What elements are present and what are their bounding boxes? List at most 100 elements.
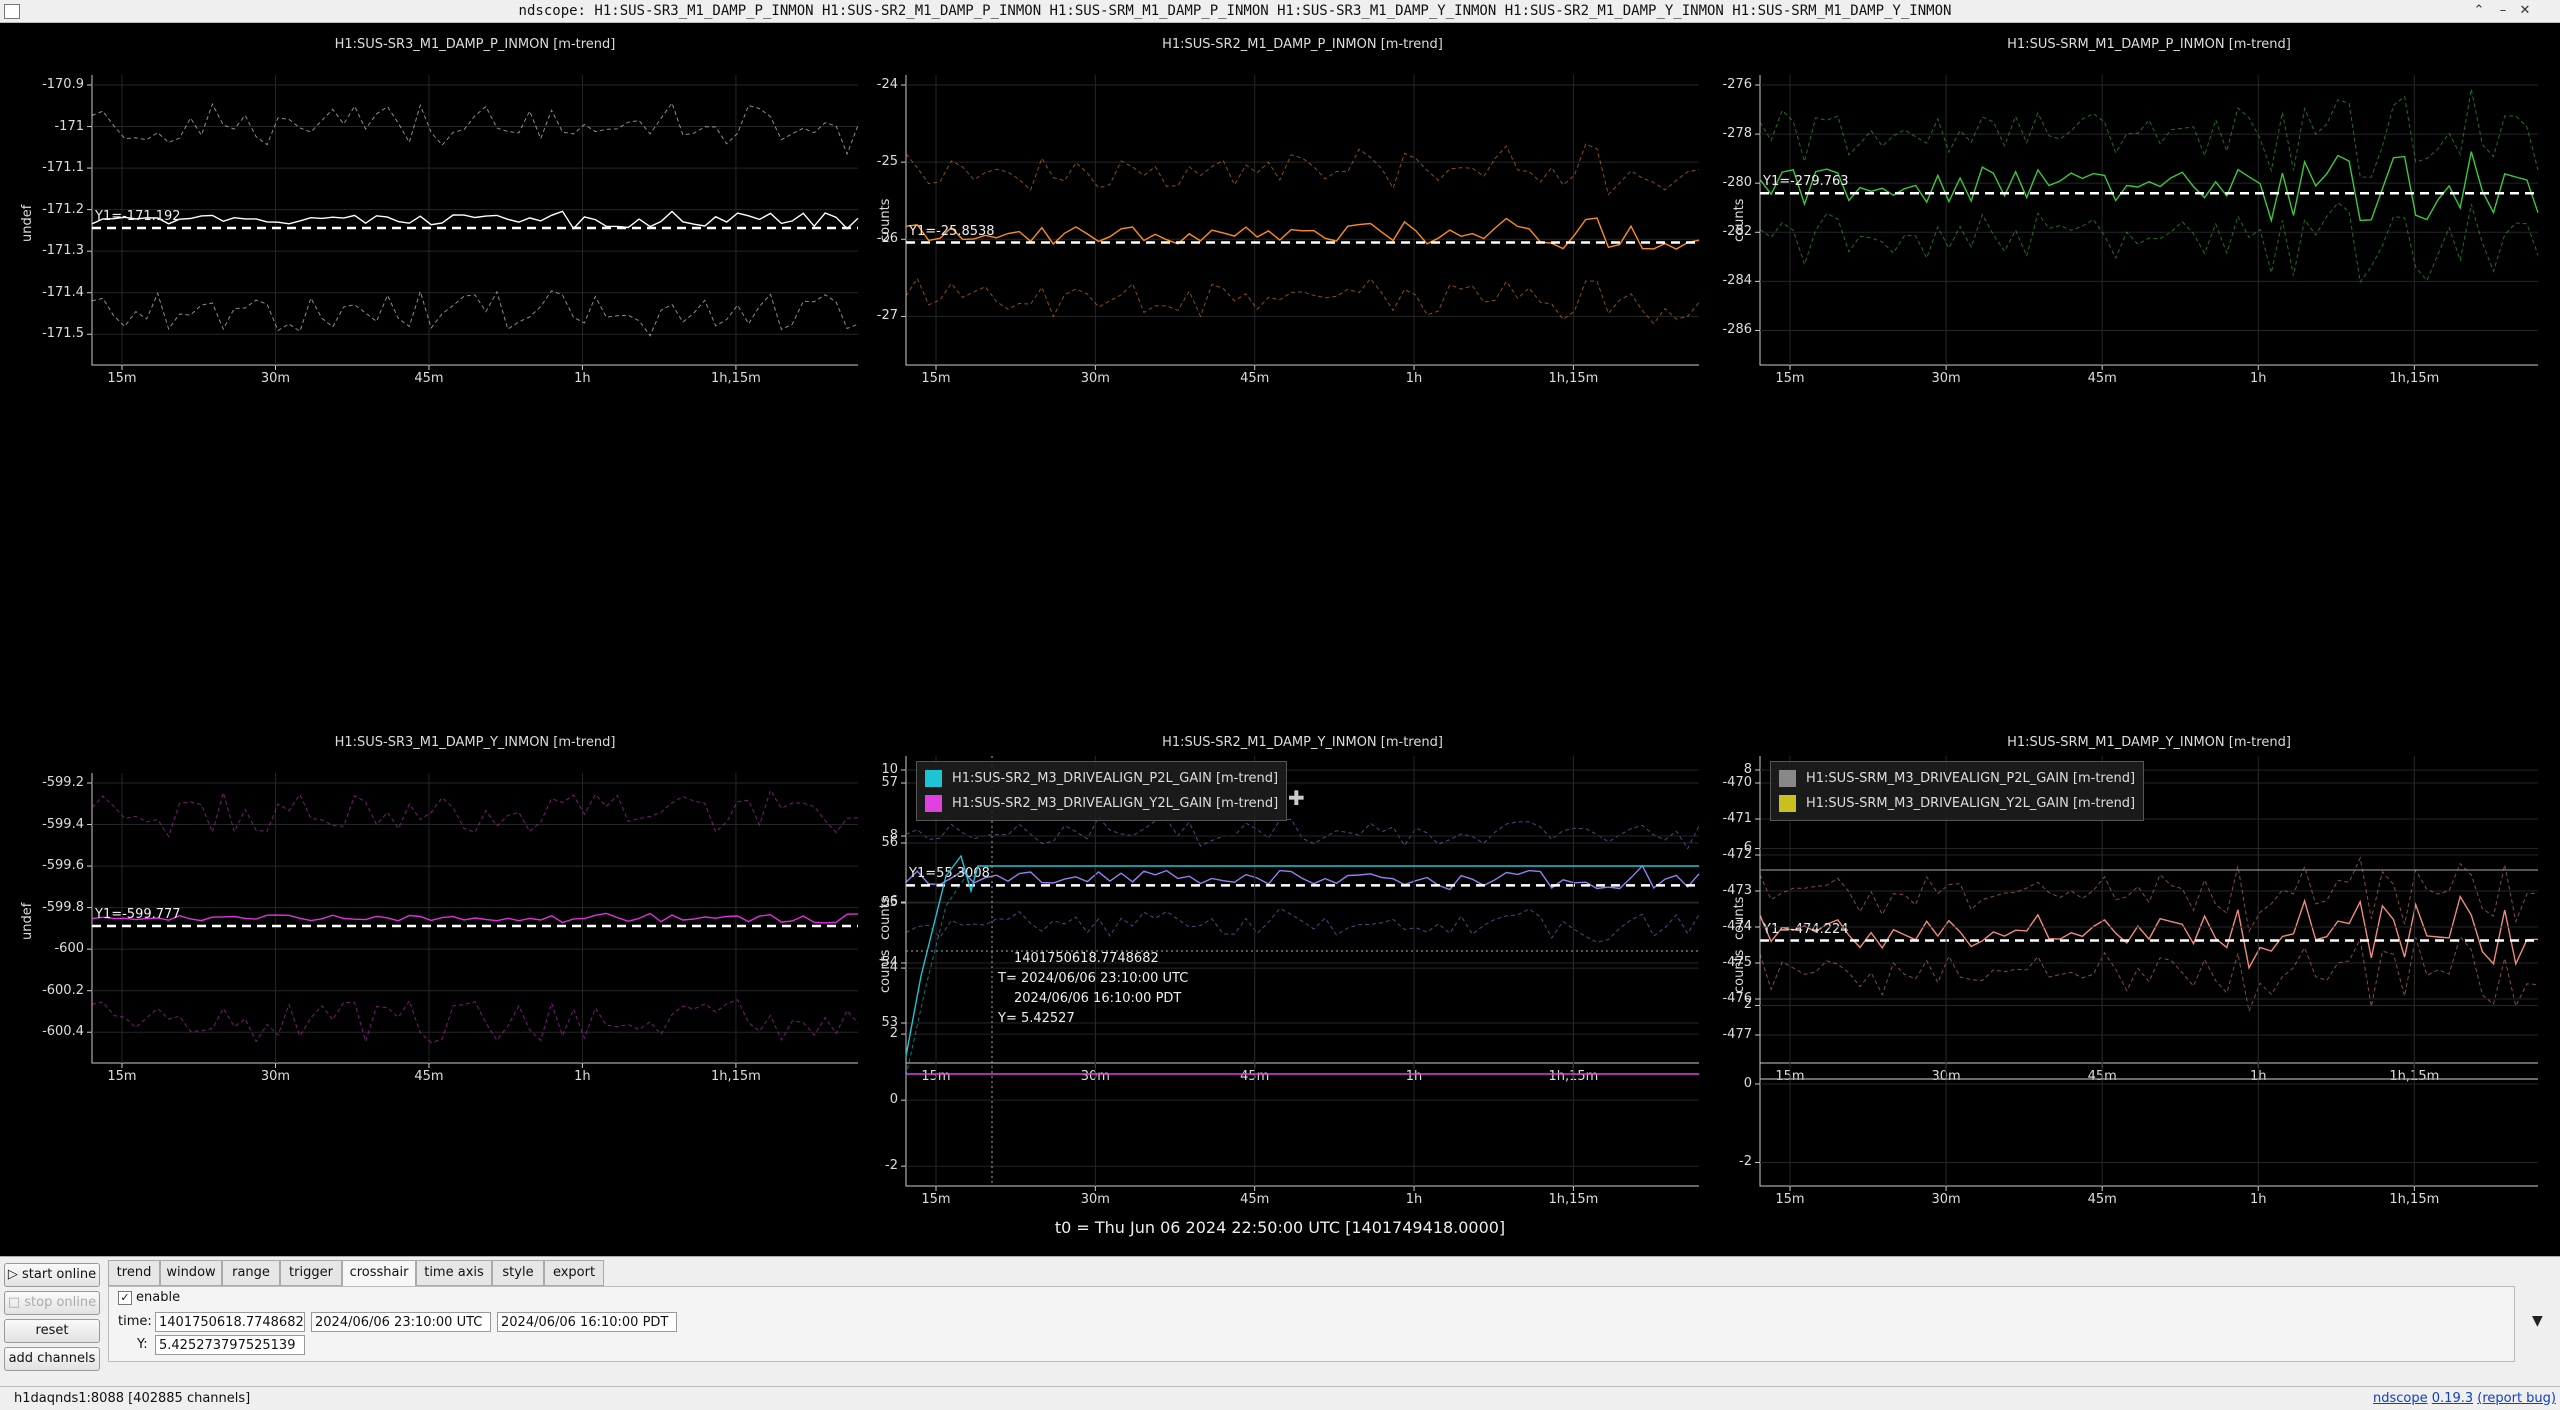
scope-area[interactable]: H1:SUS-SR3_M1_DAMP_P_INMON [m-trend] -170… xyxy=(0,23,2560,1255)
y-tick-label: 0 xyxy=(1743,1075,1752,1091)
tab-trend[interactable]: trend xyxy=(108,1260,160,1286)
plot-7[interactable]: 10 8 6 4 2 0 -2 15m 30m 45m 1h 1h,15m counts 14017506… xyxy=(860,738,1716,1208)
crosshair-t_pdt: 2024/06/06 16:10:00 PDT xyxy=(1014,991,1182,1006)
version-link[interactable]: 0.19.3 xyxy=(2432,1391,2473,1406)
y-tick-label: -284 xyxy=(1722,273,1752,289)
legend-item[interactable]: H1:SUS-SR2_M3_DRIVEALIGN_Y2L_GAIN [m-tre… xyxy=(925,791,1278,816)
legend-swatch xyxy=(1779,795,1796,812)
x-tick-label: 1h,15m xyxy=(1548,1192,1599,1207)
y-tick-label: -600.2 xyxy=(42,982,84,998)
y-tick-label: -286 xyxy=(1722,322,1752,338)
mouse-crosshair-icon: ✚ xyxy=(1288,786,1305,810)
x-tick-label: 45m xyxy=(1240,1192,1270,1207)
tab-export[interactable]: export xyxy=(544,1260,604,1286)
legend[interactable]: H1:SUS-SR2_M3_DRIVEALIGN_P2L_GAIN [m-tre… xyxy=(916,761,1288,821)
y-tick-label: -171.5 xyxy=(42,326,84,342)
y1-cursor-label: Y1=-25.8538 xyxy=(909,223,995,239)
close-button[interactable]: ✕ xyxy=(2516,2,2534,20)
report-bug-link[interactable]: (report bug) xyxy=(2477,1391,2556,1406)
plot-canvas[interactable] xyxy=(1716,373,2560,1068)
start-online-button[interactable]: ▷ start online xyxy=(4,1263,100,1287)
plot-3[interactable]: H1:SUS-SRM_M1_DAMP_P_INMON [m-trend] -276… xyxy=(1716,23,2560,398)
trend-mean-line xyxy=(91,912,859,924)
plot-5[interactable]: H1:SUS-SR2_M1_DAMP_Y_INMON [m-trend] 57 56… xyxy=(860,373,1716,1084)
x-tick-label: 15m xyxy=(1775,1192,1805,1207)
plot-1[interactable]: H1:SUS-SR3_M1_DAMP_P_INMON [m-trend] -170… xyxy=(0,23,860,398)
plot-2[interactable]: H1:SUS-SR2_M1_DAMP_P_INMON [m-trend] -24-… xyxy=(860,23,1716,398)
tab-window[interactable]: window xyxy=(160,1260,222,1286)
x-tick-label: 30m xyxy=(1931,1192,1961,1207)
axis-lines xyxy=(1759,75,2538,366)
y-tick-label: 8 xyxy=(1743,762,1752,777)
tab-trigger[interactable]: trigger xyxy=(280,1260,342,1286)
trend-mean-line xyxy=(1759,151,2539,224)
tab-time-axis[interactable]: time axis xyxy=(416,1260,492,1286)
reset-button[interactable]: reset xyxy=(4,1319,100,1343)
tab-style[interactable]: style xyxy=(492,1260,544,1286)
plot-4[interactable]: H1:SUS-SR3_M1_DAMP_Y_INMON [m-trend] -599… xyxy=(0,373,860,1084)
y-tick-label: -171.3 xyxy=(42,243,84,259)
y-tick-label: 0 xyxy=(889,1092,898,1108)
y1-cursor-label: Y1=-279.763 xyxy=(1763,174,1849,190)
plot-title: H1:SUS-SR3_M1_DAMP_Y_INMON [m-trend] xyxy=(334,735,616,750)
ndscope-link[interactable]: ndscope xyxy=(2373,1391,2428,1406)
tab-range[interactable]: range xyxy=(222,1260,280,1286)
y-tick-label: 6 xyxy=(1743,840,1752,856)
p2l-gain-min-trace xyxy=(905,875,978,1077)
y1-cursor-label: Y1=-171.192 xyxy=(95,209,181,224)
trend-min-line xyxy=(91,999,859,1044)
y-axis-label: undef xyxy=(20,204,35,242)
trend-max-line xyxy=(91,101,859,156)
y-tick-label: 10 xyxy=(881,762,898,777)
plot-8[interactable]: 8 6 4 2 0 -2 15m 30m 45m 1h 1h,15m counts H1:SUS-SRM… xyxy=(1716,738,2560,1208)
y-tick-label: -25 xyxy=(876,154,898,170)
trend-mean-line xyxy=(905,217,1700,250)
enable-checkbox[interactable]: ✓ xyxy=(118,1291,132,1305)
x-tick-label: 1h xyxy=(2249,1192,2267,1207)
tab-crosshair[interactable]: crosshair xyxy=(342,1260,416,1287)
plot-canvas[interactable] xyxy=(1716,23,2560,398)
minimize-button[interactable]: – xyxy=(2494,2,2512,20)
y-axis-label: counts xyxy=(1732,949,1747,993)
y-axis-label: counts xyxy=(878,949,893,993)
legend-swatch xyxy=(1779,770,1796,787)
legend-item[interactable]: H1:SUS-SRM_M3_DRIVEALIGN_P2L_GAIN [m-tre… xyxy=(1779,766,2135,791)
plot-canvas[interactable] xyxy=(0,373,860,1068)
y-tick-label: -171 xyxy=(54,118,84,134)
y-tick-label: 6 xyxy=(889,894,898,910)
x-tick-label: 15m xyxy=(107,1069,137,1084)
y-value-field[interactable]: 5.425273797525139 xyxy=(155,1335,305,1355)
legend-item[interactable]: H1:SUS-SR2_M3_DRIVEALIGN_P2L_GAIN [m-tre… xyxy=(925,766,1278,791)
plot-canvas[interactable] xyxy=(860,23,1716,398)
y-tick-label: -2 xyxy=(1739,1154,1752,1170)
x-tick-label: 1h,15m xyxy=(710,1069,761,1084)
y-tick-label: 4 xyxy=(1743,918,1752,934)
y-tick-label: -599.6 xyxy=(42,858,84,874)
maximize-button[interactable]: ⌃ xyxy=(2470,2,2488,20)
time-label: time: xyxy=(118,1314,152,1329)
window-titlebar: ndscope: H1:SUS-SR3_M1_DAMP_P_INMON H1:S… xyxy=(0,0,2560,23)
y-tick-label: -171.1 xyxy=(42,160,84,176)
time-gps-field[interactable]: 1401750618.7748682 xyxy=(155,1312,305,1332)
plot-6[interactable]: H1:SUS-SRM_M1_DAMP_Y_INMON [m-trend] -470… xyxy=(1716,373,2560,1084)
legend-item[interactable]: H1:SUS-SRM_M3_DRIVEALIGN_Y2L_GAIN [m-tre… xyxy=(1779,791,2135,816)
plot-canvas[interactable] xyxy=(860,373,1716,1068)
legend[interactable]: H1:SUS-SRM_M3_DRIVEALIGN_P2L_GAIN [m-tre… xyxy=(1770,761,2145,821)
y-tick-label: 2 xyxy=(1743,997,1752,1013)
legend-swatch xyxy=(925,770,942,787)
y-axis-label: counts xyxy=(878,198,893,242)
y-tick-label: -280 xyxy=(1722,175,1752,191)
y-tick-label: -600.4 xyxy=(42,1024,84,1040)
collapse-arrow-icon[interactable]: ▼ xyxy=(2532,1313,2543,1329)
add-channels-button[interactable]: add channels xyxy=(4,1347,100,1371)
y-tick-label: -278 xyxy=(1722,126,1752,142)
trend-max-line xyxy=(91,788,859,838)
time-utc-field[interactable]: 2024/06/06 23:10:00 UTC xyxy=(311,1312,491,1332)
y-tick-label: -600 xyxy=(54,941,84,957)
y-tick-label: -24 xyxy=(876,77,898,92)
trend-min-line xyxy=(91,289,859,337)
crosshair-readout: 1401750618.7748682 T= 2024/06/06 23:10:00… xyxy=(998,949,1188,1029)
legend-swatch xyxy=(925,795,942,812)
legend-label: H1:SUS-SR2_M3_DRIVEALIGN_P2L_GAIN [m-tre… xyxy=(952,771,1279,786)
time-pdt-field[interactable]: 2024/06/06 16:10:00 PDT xyxy=(497,1312,677,1332)
